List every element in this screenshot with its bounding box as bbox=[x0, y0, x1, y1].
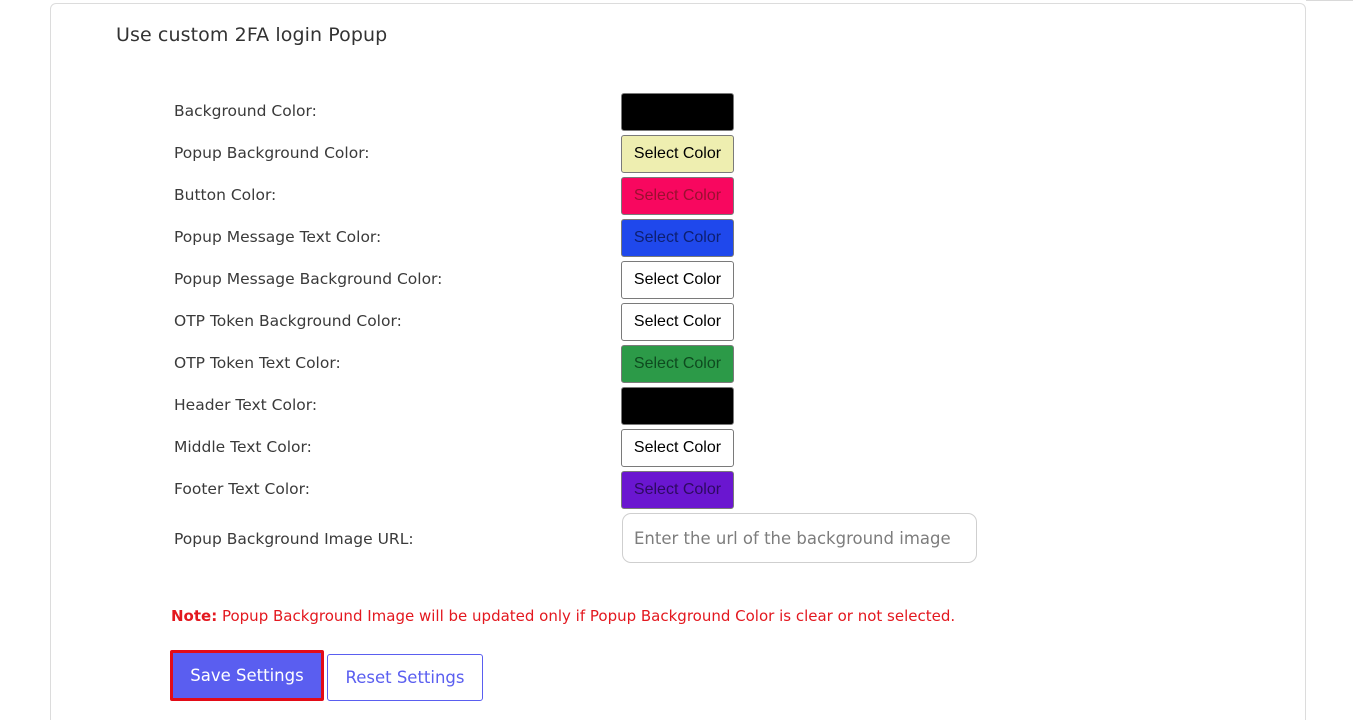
color-picker-button[interactable] bbox=[621, 93, 734, 131]
save-settings-button[interactable]: Save Settings bbox=[170, 650, 324, 701]
color-row-label: Button Color: bbox=[174, 186, 277, 204]
image-url-input[interactable] bbox=[622, 513, 977, 563]
note-text: Note: Popup Background Image will be upd… bbox=[171, 607, 955, 625]
color-row-label: Middle Text Color: bbox=[174, 438, 312, 456]
settings-panel: Use custom 2FA login Popup Background Co… bbox=[50, 3, 1306, 720]
color-row-label: Popup Message Text Color: bbox=[174, 228, 382, 246]
color-row-label: Popup Background Color: bbox=[174, 144, 370, 162]
color-picker-button[interactable]: Select Color bbox=[621, 429, 734, 467]
color-row-label: Background Color: bbox=[174, 102, 317, 120]
color-picker-button[interactable]: Select Color bbox=[621, 177, 734, 215]
color-row-label: OTP Token Background Color: bbox=[174, 312, 402, 330]
note-body: Popup Background Image will be updated o… bbox=[217, 607, 956, 625]
color-picker-button[interactable]: Select Color bbox=[621, 135, 734, 173]
color-row-label: OTP Token Text Color: bbox=[174, 354, 341, 372]
color-row-label: Footer Text Color: bbox=[174, 480, 310, 498]
reset-settings-button[interactable]: Reset Settings bbox=[327, 654, 483, 701]
image-url-label: Popup Background Image URL: bbox=[174, 530, 414, 548]
color-picker-button[interactable]: Select Color bbox=[621, 303, 734, 341]
color-picker-button[interactable]: Select Color bbox=[621, 219, 734, 257]
color-picker-button[interactable]: Select Color bbox=[621, 345, 734, 383]
color-picker-button[interactable]: Select Color bbox=[621, 261, 734, 299]
top-divider bbox=[1306, 0, 1353, 1]
color-picker-button[interactable]: Select Color bbox=[621, 471, 734, 509]
panel-title: Use custom 2FA login Popup bbox=[116, 24, 388, 46]
color-picker-button[interactable] bbox=[621, 387, 734, 425]
note-prefix: Note: bbox=[171, 607, 218, 625]
color-row-label: Popup Message Background Color: bbox=[174, 270, 443, 288]
color-row-label: Header Text Color: bbox=[174, 396, 318, 414]
